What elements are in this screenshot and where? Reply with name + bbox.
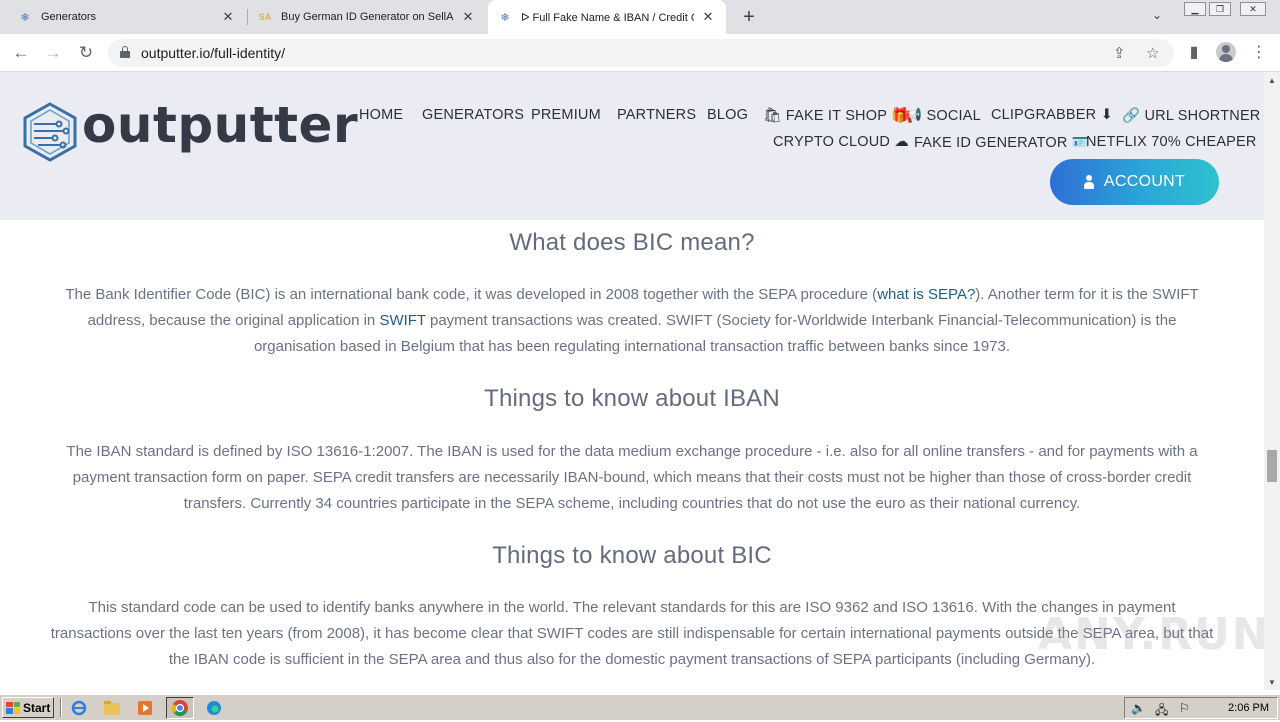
swift-link[interactable]: SWIFT	[379, 312, 425, 329]
iban-heading: Things to know about IBAN	[484, 385, 780, 412]
nav-clipgrabber[interactable]: CLIPGRABBER ⬇	[991, 107, 1113, 123]
scrollbar-thumb[interactable]	[1267, 450, 1277, 482]
account-label: ACCOUNT	[1103, 173, 1186, 190]
file-explorer-icon[interactable]	[103, 699, 121, 717]
outputter-favicon-icon: ❄	[20, 11, 30, 24]
tab-label: ᐅ Full Fake Name & IBAN / Credit Ca	[521, 11, 694, 24]
url-text[interactable]: outputter.io/full-identity/	[141, 45, 285, 61]
windows-taskbar: Start 🔈 🖧 ⚐ 2:06 PM	[0, 694, 1280, 720]
clock[interactable]: 2:06 PM	[1228, 702, 1269, 714]
nav-fake-id-generator[interactable]: FAKE ID GENERATOR 🪪	[914, 134, 1090, 151]
tab-search-chevron-icon[interactable]: ⌄	[1152, 8, 1162, 22]
sellapp-favicon-icon: SA	[258, 12, 272, 22]
bic-paragraph: The Bank Identifier Code (BIC) is an int…	[50, 282, 1214, 360]
site-header: outputter HOME GENERATORS PREMIUM PARTNE…	[0, 72, 1264, 220]
nav-blog[interactable]: BLOG	[707, 107, 748, 123]
kebab-menu-icon[interactable]: ⋮	[1249, 42, 1269, 62]
system-tray: 🔈 🖧 ⚐ 2:06 PM	[1124, 697, 1278, 719]
internet-explorer-icon[interactable]	[70, 699, 88, 717]
what-is-sepa-link[interactable]: what is SEPA?	[877, 286, 975, 303]
tab-label: Generators	[41, 11, 97, 23]
user-icon	[1083, 175, 1094, 189]
bookmark-star-icon[interactable]: ☆	[1146, 44, 1159, 62]
edge-icon[interactable]	[205, 699, 223, 717]
media-player-icon[interactable]	[136, 699, 154, 717]
tab-generators[interactable]: ❄ Generators ✕	[8, 0, 246, 34]
side-panel-icon[interactable]: ▮	[1184, 42, 1204, 62]
nav-partners[interactable]: PARTNERS	[617, 107, 696, 123]
nav-home[interactable]: HOME	[359, 107, 403, 123]
tab-sellapp[interactable]: SA Buy German ID Generator on SellApp ✕	[248, 0, 486, 34]
restore-button[interactable]: ❐	[1209, 2, 1231, 16]
nav-premium[interactable]: PREMIUM	[531, 107, 601, 123]
scroll-down-arrow-icon[interactable]: ▼	[1264, 674, 1280, 690]
minimize-button[interactable]: ▁	[1184, 2, 1206, 16]
close-window-button[interactable]: ✕	[1240, 2, 1266, 16]
outputter-favicon-icon: ❄	[500, 11, 510, 24]
address-bar[interactable]: outputter.io/full-identity/ ⇪ ☆	[108, 39, 1174, 67]
back-arrow-icon[interactable]: ←	[9, 41, 33, 65]
new-tab-button[interactable]: +	[738, 6, 760, 28]
profile-icon[interactable]	[1216, 42, 1236, 62]
chrome-taskbar-icon[interactable]	[166, 697, 194, 719]
forward-arrow-icon[interactable]: →	[41, 41, 65, 65]
close-tab-icon[interactable]: ✕	[220, 9, 236, 25]
page-viewport: outputter HOME GENERATORS PREMIUM PARTNE…	[0, 72, 1264, 690]
windows-flag-icon	[6, 701, 20, 714]
taskbar-separator	[60, 698, 62, 717]
action-center-flag-icon[interactable]: ⚐	[1179, 701, 1190, 715]
volume-icon[interactable]: 🔈	[1131, 701, 1146, 715]
start-label: Start	[23, 700, 51, 715]
logo-wordmark[interactable]: outputter	[82, 96, 358, 154]
page-scrollbar[interactable]: ▲ ▼	[1264, 72, 1280, 690]
nav-crypto-cloud[interactable]: CRYPTO CLOUD ☁	[773, 134, 909, 150]
browser-toolbar: ← → ↻ outputter.io/full-identity/ ⇪ ☆ ▮ …	[0, 34, 1280, 72]
lock-icon	[120, 46, 130, 58]
tab-label: Buy German ID Generator on SellApp	[281, 11, 454, 23]
bic2-heading: Things to know about BIC	[492, 542, 772, 569]
bic-text-1: The Bank Identifier Code (BIC) is an int…	[65, 286, 878, 303]
nav-fake-it-shop[interactable]: 🛍 FAKE IT SHOP 🎁	[763, 107, 909, 124]
share-icon[interactable]: ⇪	[1113, 44, 1126, 62]
tab-strip: ❄ Generators ✕ SA Buy German ID Generato…	[0, 0, 1280, 34]
scroll-up-arrow-icon[interactable]: ▲	[1264, 72, 1280, 88]
nav-netflix[interactable]: NETFLIX 70% CHEAPER	[1086, 134, 1257, 150]
tab-full-identity[interactable]: ❄ ᐅ Full Fake Name & IBAN / Credit Ca ✕	[488, 0, 726, 34]
iban-paragraph: The IBAN standard is defined by ISO 1361…	[66, 443, 1198, 512]
account-button[interactable]: ACCOUNT	[1050, 159, 1219, 205]
nav-social[interactable]: 📢 SOCIAL	[904, 107, 981, 124]
close-tab-icon[interactable]: ✕	[460, 9, 476, 25]
bic-heading: What does BIC mean?	[509, 229, 755, 256]
anyrun-watermark: ANY.RUN	[1038, 609, 1264, 660]
nav-generators[interactable]: GENERATORS	[422, 107, 524, 123]
outputter-logo-icon[interactable]	[22, 102, 78, 162]
start-button[interactable]: Start	[2, 697, 54, 718]
reload-icon[interactable]: ↻	[74, 41, 98, 65]
close-tab-icon[interactable]: ✕	[700, 9, 716, 25]
network-icon[interactable]: 🖧	[1155, 701, 1168, 722]
nav-url-shortner[interactable]: 🔗 URL SHORTNER	[1122, 107, 1260, 124]
